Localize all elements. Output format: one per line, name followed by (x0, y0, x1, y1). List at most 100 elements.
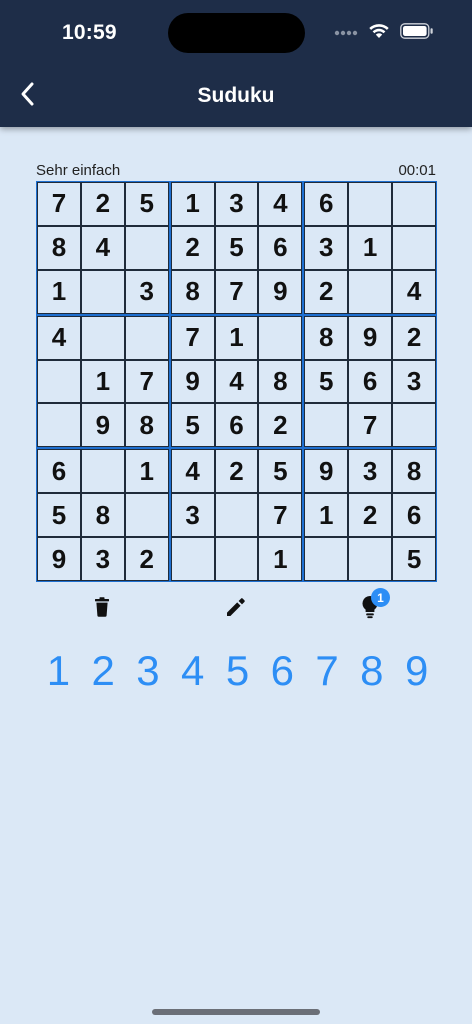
sudoku-cell-r9c2[interactable]: 3 (80, 537, 125, 581)
sudoku-cell-r1c7[interactable]: 6 (304, 182, 349, 226)
sudoku-cell-r4c1[interactable]: 4 (37, 315, 81, 360)
hint-button[interactable]: 1 (355, 588, 390, 624)
sudoku-cell-r1c8[interactable] (348, 182, 393, 226)
sudoku-cell-r6c6[interactable]: 2 (258, 403, 303, 448)
number-button-3[interactable]: 3 (126, 645, 171, 697)
sudoku-cell-r1c1[interactable]: 7 (37, 182, 81, 226)
sudoku-cell-r3c8[interactable] (348, 269, 393, 314)
sudoku-cell-r4c9[interactable]: 2 (392, 315, 436, 360)
sudoku-cell-r7c5[interactable]: 2 (214, 449, 259, 494)
number-button-4[interactable]: 4 (170, 645, 215, 697)
sudoku-cell-r2c3[interactable] (124, 225, 169, 270)
signal-dots-icon (334, 24, 358, 42)
sudoku-cell-r5c3[interactable]: 7 (124, 359, 169, 404)
hint-count-badge: 1 (371, 588, 390, 607)
number-button-9[interactable]: 9 (394, 645, 439, 697)
sudoku-cell-r4c7[interactable]: 8 (304, 315, 349, 360)
delete-button[interactable] (87, 594, 117, 624)
sudoku-cell-r9c3[interactable]: 2 (124, 537, 169, 581)
sudoku-cell-r1c6[interactable]: 4 (258, 182, 303, 226)
sudoku-cell-r1c3[interactable]: 5 (124, 182, 169, 226)
number-button-7[interactable]: 7 (305, 645, 350, 697)
status-time: 10:59 (62, 21, 117, 44)
number-button-5[interactable]: 5 (215, 645, 260, 697)
action-bar: 1 (36, 588, 436, 624)
sudoku-cell-r7c4[interactable]: 4 (170, 449, 215, 494)
sudoku-cell-r8c6[interactable]: 7 (258, 493, 303, 538)
sudoku-cell-r9c1[interactable]: 9 (37, 537, 81, 581)
sudoku-cell-r5c2[interactable]: 1 (80, 359, 125, 404)
sudoku-cell-r2c1[interactable]: 8 (37, 225, 81, 270)
sudoku-cell-r8c9[interactable]: 6 (392, 493, 436, 538)
sudoku-cell-r5c4[interactable]: 9 (170, 359, 215, 404)
sudoku-cell-r1c5[interactable]: 3 (214, 182, 259, 226)
sudoku-cell-r4c3[interactable] (124, 315, 169, 360)
sudoku-cell-r9c9[interactable]: 5 (392, 537, 436, 581)
number-button-2[interactable]: 2 (81, 645, 126, 697)
sudoku-box: 8925637 (303, 314, 437, 449)
sudoku-cell-r6c7[interactable] (304, 403, 349, 448)
sudoku-cell-r5c9[interactable]: 3 (392, 359, 436, 404)
sudoku-cell-r8c2[interactable]: 8 (80, 493, 125, 538)
sudoku-cell-r1c9[interactable] (392, 182, 436, 226)
sudoku-cell-r7c3[interactable]: 1 (124, 449, 169, 494)
pencil-button[interactable] (221, 594, 251, 624)
sudoku-cell-r2c4[interactable]: 2 (170, 225, 215, 270)
sudoku-cell-r9c5[interactable] (214, 537, 259, 581)
sudoku-cell-r3c2[interactable] (80, 269, 125, 314)
sudoku-cell-r6c1[interactable] (37, 403, 81, 448)
sudoku-cell-r9c7[interactable] (304, 537, 349, 581)
sudoku-cell-r7c1[interactable]: 6 (37, 449, 81, 494)
sudoku-cell-r8c7[interactable]: 1 (304, 493, 349, 538)
sudoku-cell-r2c8[interactable]: 1 (348, 225, 393, 270)
sudoku-cell-r8c8[interactable]: 2 (348, 493, 393, 538)
sudoku-cell-r3c9[interactable]: 4 (392, 269, 436, 314)
sudoku-cell-r2c7[interactable]: 3 (304, 225, 349, 270)
number-button-6[interactable]: 6 (260, 645, 305, 697)
sudoku-cell-r1c4[interactable]: 1 (170, 182, 215, 226)
sudoku-cell-r1c2[interactable]: 2 (80, 182, 125, 226)
sudoku-cell-r9c4[interactable] (170, 537, 215, 581)
sudoku-cell-r7c6[interactable]: 5 (258, 449, 303, 494)
sudoku-cell-r5c8[interactable]: 6 (348, 359, 393, 404)
sudoku-cell-r5c6[interactable]: 8 (258, 359, 303, 404)
sudoku-cell-r3c3[interactable]: 3 (124, 269, 169, 314)
sudoku-cell-r5c7[interactable]: 5 (304, 359, 349, 404)
sudoku-cell-r7c8[interactable]: 3 (348, 449, 393, 494)
sudoku-cell-r6c3[interactable]: 8 (124, 403, 169, 448)
sudoku-cell-r3c7[interactable]: 2 (304, 269, 349, 314)
sudoku-cell-r5c5[interactable]: 4 (214, 359, 259, 404)
sudoku-cell-r2c6[interactable]: 6 (258, 225, 303, 270)
sudoku-cell-r6c2[interactable]: 9 (80, 403, 125, 448)
sudoku-box: 6158932 (36, 448, 170, 582)
sudoku-cell-r3c6[interactable]: 9 (258, 269, 303, 314)
sudoku-cell-r4c6[interactable] (258, 315, 303, 360)
sudoku-cell-r6c9[interactable] (392, 403, 436, 448)
sudoku-cell-r3c4[interactable]: 8 (170, 269, 215, 314)
sudoku-cell-r4c2[interactable] (80, 315, 125, 360)
sudoku-cell-r6c5[interactable]: 6 (214, 403, 259, 448)
sudoku-cell-r2c2[interactable]: 4 (80, 225, 125, 270)
sudoku-cell-r8c4[interactable]: 3 (170, 493, 215, 538)
sudoku-cell-r2c5[interactable]: 5 (214, 225, 259, 270)
sudoku-cell-r6c4[interactable]: 5 (170, 403, 215, 448)
sudoku-cell-r8c1[interactable]: 5 (37, 493, 81, 538)
sudoku-cell-r7c9[interactable]: 8 (392, 449, 436, 494)
sudoku-box: 41798 (36, 314, 170, 449)
number-button-1[interactable]: 1 (36, 645, 81, 697)
sudoku-cell-r7c7[interactable]: 9 (304, 449, 349, 494)
sudoku-cell-r6c8[interactable]: 7 (348, 403, 393, 448)
sudoku-cell-r8c3[interactable] (124, 493, 169, 538)
sudoku-cell-r4c4[interactable]: 7 (170, 315, 215, 360)
sudoku-cell-r5c1[interactable] (37, 359, 81, 404)
sudoku-cell-r2c9[interactable] (392, 225, 436, 270)
sudoku-cell-r4c5[interactable]: 1 (214, 315, 259, 360)
sudoku-cell-r8c5[interactable] (214, 493, 259, 538)
number-button-8[interactable]: 8 (349, 645, 394, 697)
sudoku-cell-r9c6[interactable]: 1 (258, 537, 303, 581)
sudoku-cell-r3c1[interactable]: 1 (37, 269, 81, 314)
sudoku-cell-r9c8[interactable] (348, 537, 393, 581)
sudoku-cell-r7c2[interactable] (80, 449, 125, 494)
sudoku-cell-r4c8[interactable]: 9 (348, 315, 393, 360)
sudoku-cell-r3c5[interactable]: 7 (214, 269, 259, 314)
